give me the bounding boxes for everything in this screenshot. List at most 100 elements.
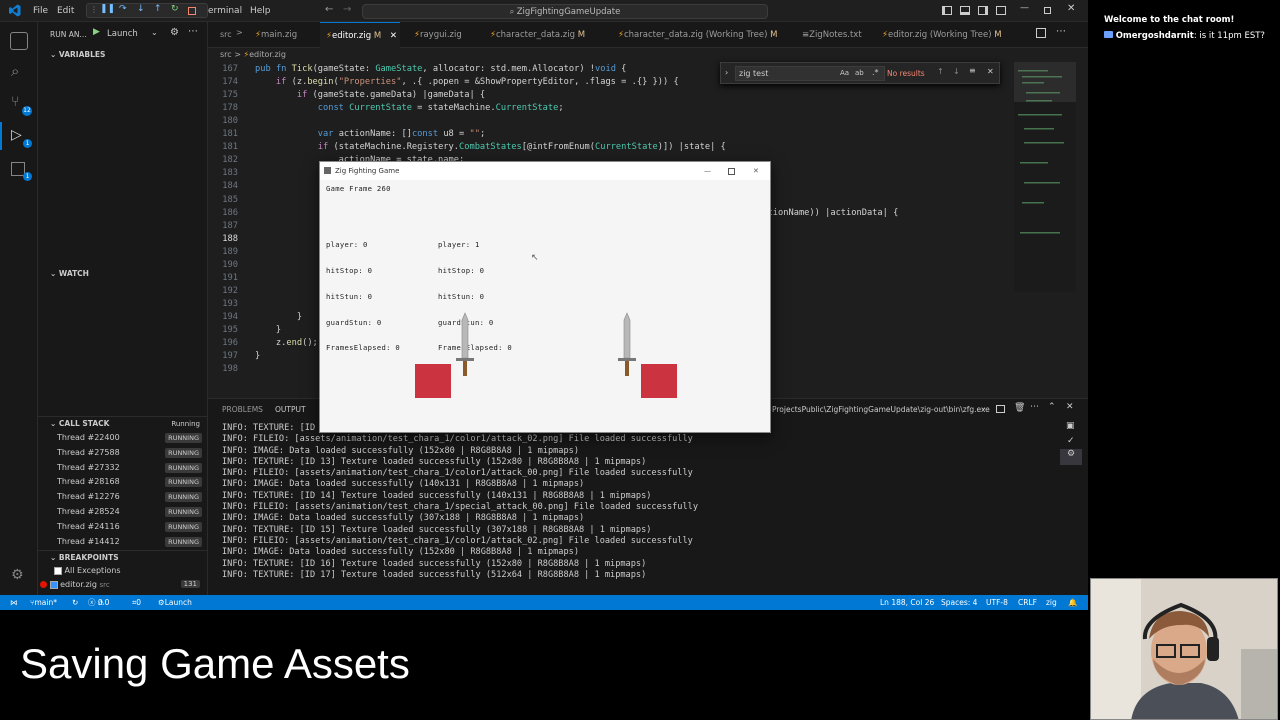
- next-match-icon[interactable]: ↓: [953, 67, 960, 76]
- line-ending[interactable]: CRLF: [1018, 595, 1037, 610]
- variables-section-header[interactable]: ⌄ VARIABLES: [38, 48, 208, 62]
- more-actions-icon[interactable]: ⋯: [1030, 402, 1039, 412]
- code-line[interactable]: pub fn Tick(gameState: GameState, alloca…: [255, 64, 626, 74]
- thread-item[interactable]: Thread #22400 RUNNING: [38, 431, 208, 445]
- code-line[interactable]: if (stateMachine.Registery.CombatStates[…: [255, 142, 726, 152]
- split-terminal-icon[interactable]: [996, 405, 1005, 413]
- menu-help[interactable]: Help: [250, 6, 271, 16]
- output-log[interactable]: INFO: TEXTURE: [ID INFO: FILEIO: [assets/…: [222, 423, 1062, 593]
- close-panel-icon[interactable]: ✕: [1066, 402, 1074, 412]
- language-mode[interactable]: zig: [1046, 595, 1057, 610]
- debug-launch-indicator[interactable]: ⚙ Launch (ZigFightingGameUpdate): [158, 595, 192, 610]
- tab-output[interactable]: OUTPUT: [275, 405, 306, 414]
- checkbox[interactable]: [49, 580, 58, 589]
- thread-item[interactable]: Thread #28524 RUNNING: [38, 505, 208, 519]
- checkbox[interactable]: [54, 566, 62, 575]
- minimize-icon[interactable]: —: [1020, 3, 1029, 13]
- breakpoint-item[interactable]: editor.zig src 131: [40, 580, 206, 589]
- debug-settings-gear-icon[interactable]: ⚙: [170, 27, 179, 38]
- breakpoint-all-exceptions[interactable]: All Exceptions: [54, 566, 121, 575]
- toggle-replace-icon[interactable]: ›: [725, 68, 728, 77]
- thread-item[interactable]: Thread #24116 RUNNING: [38, 520, 208, 534]
- cursor-position[interactable]: Ln 188, Col 26: [880, 595, 934, 610]
- step-over-icon[interactable]: ↷: [119, 4, 127, 14]
- check-icon[interactable]: ✓: [1067, 436, 1075, 446]
- menu-terminal[interactable]: erminal: [208, 6, 242, 16]
- close-window-icon[interactable]: ✕: [753, 162, 759, 180]
- maximize-icon[interactable]: [1044, 7, 1051, 14]
- regex-icon[interactable]: .*: [872, 68, 879, 77]
- close-tab-icon[interactable]: ✕: [390, 23, 397, 49]
- start-debugging-icon[interactable]: ▶: [93, 27, 100, 37]
- toggle-secondary-sidebar-icon[interactable]: [978, 6, 988, 15]
- close-window-icon[interactable]: ✕: [1067, 3, 1075, 14]
- chevron-down-icon[interactable]: ⌄: [980, 403, 987, 412]
- indentation[interactable]: Spaces: 4: [941, 595, 977, 610]
- call-stack-section-header[interactable]: ⌄ CALL STACK Running: [38, 416, 208, 430]
- code-line[interactable]: }: [255, 312, 302, 322]
- layout-icon[interactable]: [996, 6, 1006, 15]
- game-window[interactable]: Zig Fighting Game — ✕ Game Frame 260 pla…: [319, 161, 771, 433]
- code-line[interactable]: z.end();: [255, 338, 318, 348]
- restart-icon[interactable]: ↻: [171, 4, 179, 14]
- drag-handle-icon[interactable]: ⋮: [90, 5, 98, 14]
- stop-icon[interactable]: [188, 7, 196, 15]
- close-find-icon[interactable]: ✕: [987, 67, 994, 76]
- maximize-icon[interactable]: [728, 168, 735, 175]
- thread-item[interactable]: Thread #14412 RUNNING: [38, 535, 208, 549]
- tab-main-zig[interactable]: ⚡main.zig: [248, 22, 316, 48]
- maximize-panel-icon[interactable]: ⌃: [1048, 402, 1056, 412]
- split-editor-icon[interactable]: [1036, 28, 1046, 38]
- thread-item[interactable]: Thread #27332 RUNNING: [38, 461, 208, 475]
- run-debug-view-icon[interactable]: ▷: [11, 127, 22, 143]
- manage-gear-icon[interactable]: ⚙: [11, 567, 24, 583]
- problems-indicator[interactable]: ⓧ 0 ⚠ 0: [88, 595, 109, 610]
- sync-icon[interactable]: ↻: [72, 595, 78, 610]
- command-center-search[interactable]: ⌕ ZigFightingGameUpdate: [362, 4, 768, 19]
- notifications-bell-icon[interactable]: 🔔: [1068, 595, 1077, 610]
- tab-character-data-working-tree[interactable]: ⚡character_data.zig (Working Tree) M: [612, 22, 782, 48]
- code-line[interactable]: }: [255, 325, 281, 335]
- menu-file[interactable]: File: [33, 6, 48, 16]
- minimap-slider[interactable]: [1014, 62, 1076, 102]
- code-line[interactable]: if (z.begin("Properties", .{ .popen = &S…: [255, 77, 679, 87]
- search-view-icon[interactable]: ⌕: [11, 62, 19, 80]
- find-in-selection-icon[interactable]: ≡: [969, 66, 976, 75]
- toggle-sidebar-icon[interactable]: [942, 6, 952, 15]
- breakpoints-section-header[interactable]: ⌄ BREAKPOINTS: [38, 550, 208, 564]
- menu-edit[interactable]: Edit: [57, 6, 74, 16]
- tab-raygui-zig[interactable]: ⚡raygui.zig: [408, 22, 476, 48]
- trash-icon[interactable]: 🗑: [1014, 403, 1025, 413]
- tab-editor-zig-working-tree[interactable]: ⚡editor.zig (Working Tree) M: [876, 22, 1034, 48]
- pause-icon[interactable]: ❚❚: [100, 4, 115, 14]
- debug-terminal-icon[interactable]: ⚙: [1060, 449, 1082, 465]
- ports-indicator[interactable]: ⌗ 0: [132, 595, 141, 610]
- explorer-icon[interactable]: [10, 32, 28, 50]
- encoding[interactable]: UTF-8: [986, 595, 1008, 610]
- forward-arrow-icon[interactable]: →: [343, 4, 351, 15]
- tab-problems[interactable]: PROBLEMS: [222, 405, 263, 414]
- code-line[interactable]: if (gameState.gameData) |gameData| {: [255, 90, 485, 100]
- source-control-icon[interactable]: ⑂: [11, 94, 19, 110]
- minimize-icon[interactable]: —: [704, 162, 711, 180]
- thread-item[interactable]: Thread #12276 RUNNING: [38, 490, 208, 504]
- minimap[interactable]: [1014, 62, 1076, 292]
- tab-zignotes-txt[interactable]: ≡ZigNotes.txt: [796, 22, 866, 48]
- step-into-icon[interactable]: ↓: [137, 4, 145, 14]
- chevron-down-icon[interactable]: ⌄: [151, 28, 158, 37]
- previous-match-icon[interactable]: ↑: [937, 67, 944, 76]
- more-actions-icon[interactable]: ⋯: [1056, 26, 1066, 37]
- code-line[interactable]: }: [255, 351, 260, 361]
- breadcrumb-file[interactable]: editor.zig: [249, 50, 286, 59]
- run-debug-icon[interactable]: [0, 122, 2, 150]
- terminal-shell-icon[interactable]: ▣: [1066, 421, 1075, 431]
- remote-icon[interactable]: ⋈: [10, 595, 18, 610]
- match-case-icon[interactable]: Aa: [840, 69, 849, 77]
- thread-item[interactable]: Thread #28168 RUNNING: [38, 475, 208, 489]
- find-input[interactable]: zig test Aa ab .*: [735, 66, 885, 81]
- game-window-titlebar[interactable]: Zig Fighting Game — ✕: [320, 162, 770, 180]
- tab-character-data-zig[interactable]: ⚡character_data.zig M: [484, 22, 594, 48]
- breadcrumb-folder[interactable]: src: [220, 50, 232, 59]
- back-arrow-icon[interactable]: ←: [325, 4, 333, 15]
- branch-indicator[interactable]: ⑂ main*: [30, 595, 57, 610]
